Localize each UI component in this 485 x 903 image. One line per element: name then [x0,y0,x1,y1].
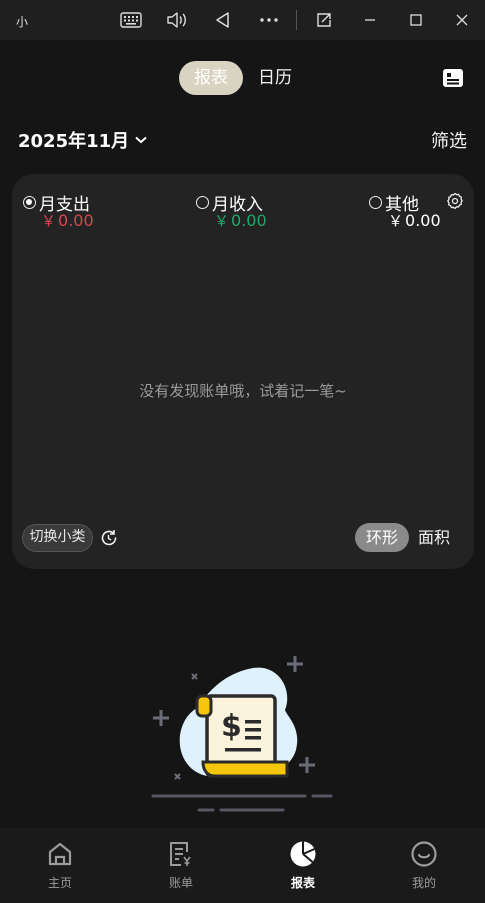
report-list-icon[interactable] [442,68,464,88]
nav-label: 我的 [411,876,436,890]
maximize-icon[interactable] [404,8,428,32]
titlebar-separator [296,10,297,30]
chart-type-ring-button[interactable]: 环形 [355,523,409,552]
back-triangle-icon[interactable] [211,8,235,32]
window-titlebar: 小 [0,0,485,40]
gear-icon[interactable] [446,192,464,210]
more-icon[interactable] [257,8,281,32]
smile-icon [410,840,438,868]
keyboard-icon[interactable] [119,8,143,32]
bill-icon [167,840,195,868]
minimize-icon[interactable] [358,8,382,32]
nav-item-mine[interactable]: 我的 [394,840,454,891]
other-amount: ￥ 0.00 [388,211,441,230]
tab-report[interactable]: 报表 [179,61,243,95]
radio-checked-icon [23,196,36,209]
radio-unchecked-icon [196,196,209,209]
empty-bill-illustration: $ [145,650,345,820]
nav-item-home[interactable]: 主页 [30,840,90,891]
month-label: 2025年11月 [18,131,130,152]
volume-icon[interactable] [165,8,189,32]
refresh-icon[interactable] [98,527,120,549]
nav-label: 账单 [168,876,193,890]
app-screen: 小 报表 日历 2025年11月 筛选 月支出 ￥ 0.00 月收入 ￥ 0.0… [0,0,485,903]
pie-chart-icon [289,840,317,868]
filter-button[interactable]: 筛选 [431,127,467,153]
switch-subcategory-button[interactable]: 切换小类 [22,524,93,552]
expense-amount: ￥ 0.00 [41,211,94,230]
nav-item-bills[interactable]: 账单 [151,840,211,891]
pip-icon[interactable] [312,8,336,32]
month-picker[interactable]: 2025年11月 [18,127,147,153]
close-icon[interactable] [450,8,474,32]
bottom-navigation: 主页 账单 报表 我的 [0,828,485,903]
window-title: 小 [16,15,29,29]
report-card: 月支出 ￥ 0.00 月收入 ￥ 0.00 其他 ￥ 0.00 没有发现账单哦，试着记… [12,174,474,569]
radio-unchecked-icon [369,196,382,209]
nav-label: 报表 [290,876,315,890]
chevron-down-icon [135,136,147,144]
home-icon [46,840,74,868]
empty-state-message: 没有发现账单哦，试着记一笔~ [139,382,347,400]
nav-label: 主页 [47,876,72,890]
tab-calendar[interactable]: 日历 [250,61,300,95]
nav-item-report[interactable]: 报表 [273,840,333,891]
chart-type-area-button[interactable]: 面积 [418,523,450,552]
svg-text:$: $ [221,709,242,744]
income-amount: ￥ 0.00 [214,211,267,230]
